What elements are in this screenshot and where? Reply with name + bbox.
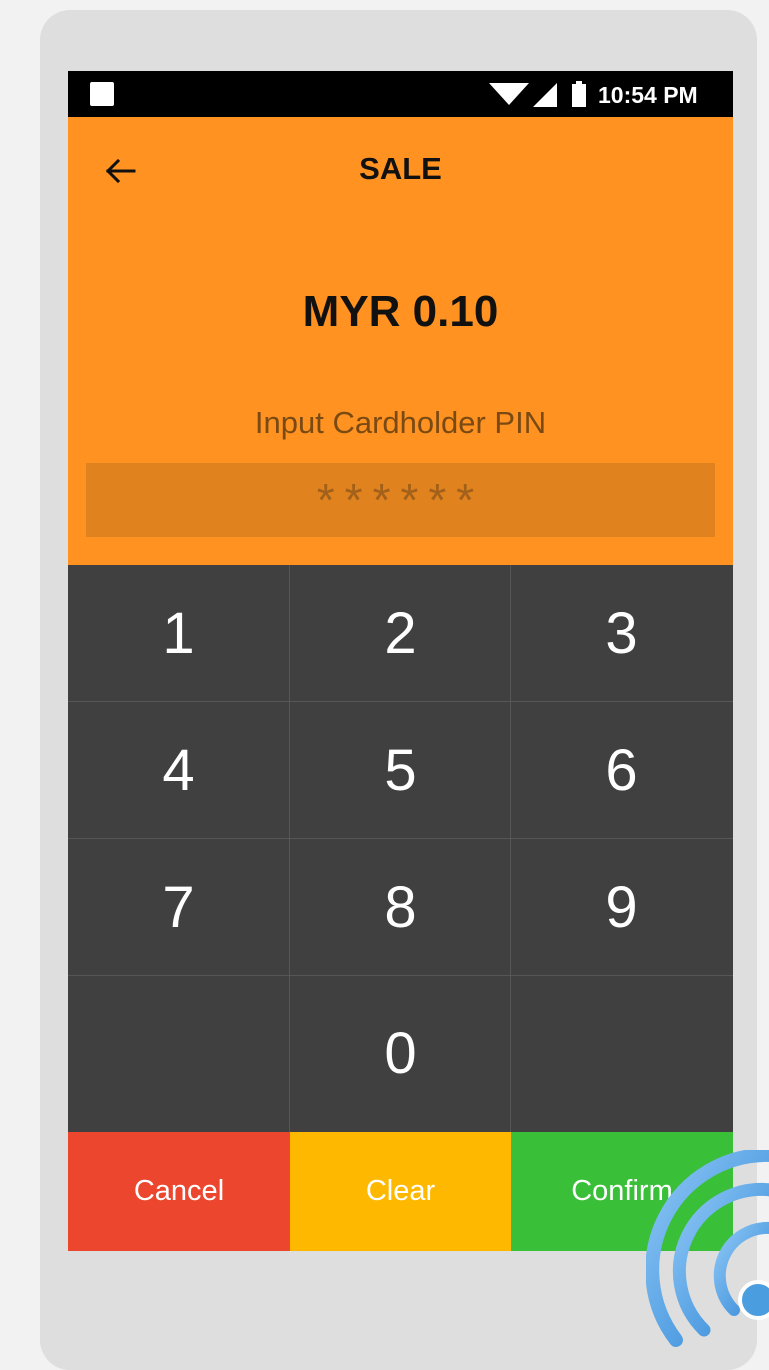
key-0[interactable]: 0 — [290, 976, 511, 1132]
cancel-button[interactable]: Cancel — [68, 1132, 290, 1251]
action-bar: Cancel Clear Confirm — [68, 1132, 733, 1251]
app-header: SALE — [68, 117, 733, 217]
key-2[interactable]: 2 — [290, 565, 511, 702]
pin-mask-text: ****** — [316, 474, 485, 526]
key-9[interactable]: 9 — [511, 839, 732, 976]
nfc-contactless-icon — [646, 1150, 769, 1347]
key-8[interactable]: 8 — [290, 839, 511, 976]
wifi-icon — [489, 83, 529, 105]
keypad-divider — [510, 565, 511, 1132]
key-6[interactable]: 6 — [511, 702, 732, 839]
status-time: 10:54 PM — [598, 82, 698, 108]
key-blank-left — [68, 976, 289, 1132]
transaction-amount: MYR 0.10 — [302, 287, 499, 336]
page-title: SALE — [359, 151, 442, 186]
keypad-divider — [68, 838, 733, 839]
battery-icon — [572, 81, 586, 107]
status-bar: 10:54 PM — [68, 71, 733, 117]
key-1[interactable]: 1 — [68, 565, 289, 702]
keypad-divider — [68, 975, 733, 976]
phone-screen: 10:54 PM SALE MYR 0.10 Input Cardholder … — [68, 71, 733, 1251]
pin-input-field[interactable]: ****** — [86, 463, 715, 537]
numeric-keypad: 1 2 3 4 5 6 7 8 9 0 — [68, 565, 733, 1132]
key-7[interactable]: 7 — [68, 839, 289, 976]
clear-button[interactable]: Clear — [290, 1132, 511, 1251]
pin-prompt-label: Input Cardholder PIN — [254, 405, 547, 440]
keypad-divider — [68, 701, 733, 702]
key-3[interactable]: 3 — [511, 565, 732, 702]
key-5[interactable]: 5 — [290, 702, 511, 839]
key-blank-right — [511, 976, 732, 1132]
signal-icon — [533, 83, 557, 107]
keypad-divider — [289, 565, 290, 1132]
notification-square-icon — [90, 82, 114, 106]
key-4[interactable]: 4 — [68, 702, 289, 839]
